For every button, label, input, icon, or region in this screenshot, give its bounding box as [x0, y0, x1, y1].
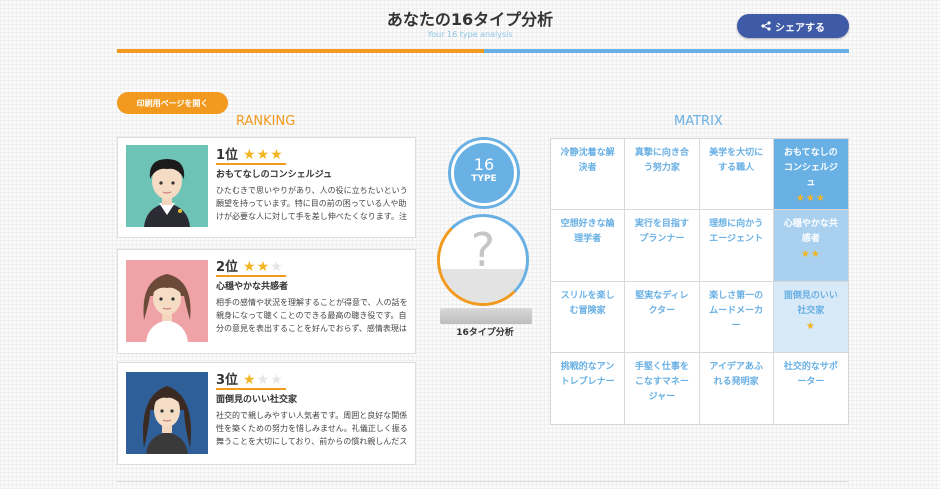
matrix-stars: ★★★: [795, 193, 826, 204]
progress-bar-orange: [117, 49, 484, 53]
matrix-cell[interactable]: 社交的なサポーター: [774, 353, 848, 424]
matrix-cell-label: 心穏やかな共感者: [783, 219, 838, 245]
matrix-cell-highlight-1[interactable]: おもてなしのコンシェルジュ ★★★: [773, 139, 848, 211]
matrix-cell-label: おもてなしのコンシェルジュ: [783, 148, 838, 188]
matrix-cell[interactable]: 理想に向かうエージェント: [699, 210, 774, 282]
share-button[interactable]: シェアする: [737, 14, 849, 38]
matrix-cell-label: 面倒見のいい社交家: [783, 290, 838, 316]
ranking-card-3[interactable]: 3位 ★★★ 面倒見のいい社交家 社交的で親しみやすい人気者です。周囲と良好な関係…: [117, 362, 416, 465]
rank-label: 1位: [216, 148, 239, 163]
rank-label: 3位: [216, 373, 239, 388]
print-page-button[interactable]: 印刷用ページを開く: [117, 92, 228, 114]
matrix-cell-label: 真摯に向き合う努力家: [634, 148, 689, 173]
avatar-icon: [126, 145, 208, 227]
question-mark: ?: [470, 223, 496, 277]
matrix-cell-label: 美学を大切にする職人: [709, 148, 764, 173]
rank-underline: [216, 388, 286, 390]
card-description: 社交的で親しみやすい人気者です。周囲と良好な関係性を築くための努力を惜しみません…: [216, 411, 408, 446]
rank-underline: [216, 163, 286, 165]
matrix-cell-label: 堅実なディレクター: [635, 290, 689, 316]
matrix-cell[interactable]: 実行を目指すプランナー: [625, 210, 700, 282]
matrix-cell[interactable]: 堅実なディレクター: [625, 281, 700, 353]
matrix-heading: MATRIX: [674, 114, 723, 129]
ranking-card-2[interactable]: 2位 ★★★ 心穏やかな共感者 相手の感情や状況を理解することが得意で、人の話を親…: [117, 249, 416, 354]
matrix-cell[interactable]: 手堅く仕事をこなすマネージャー: [625, 352, 700, 424]
card-description: ひたむきで思いやりがあり、人の役に立ちたいという願望を持っています。特に目の前の…: [216, 186, 408, 221]
matrix-cell[interactable]: アイデアあふれる発明家: [700, 352, 774, 424]
matrix-cell[interactable]: 美学を大切にする職人: [699, 139, 774, 211]
type-badge: 16 TYPE: [451, 140, 517, 206]
matrix-cell-label: 手堅く仕事をこなすマネージャー: [634, 361, 689, 402]
rating-stars: ★★★: [243, 147, 284, 163]
matrix-stars: ★: [805, 320, 816, 332]
type-label: TYPE: [471, 174, 497, 184]
matrix-cell-highlight-3[interactable]: 面倒見のいい社交家 ★: [773, 281, 848, 353]
share-label: シェアする: [775, 22, 825, 34]
share-icon: [761, 21, 771, 31]
matrix-cell[interactable]: 空想好きな論理学者: [551, 210, 626, 282]
matrix-cell-label: 挑戦的なアントレプレナー: [560, 361, 615, 387]
rating-stars: ★★★: [243, 259, 284, 275]
avatar-icon: [126, 372, 208, 454]
matrix-cell[interactable]: スリルを楽しむ冒険家: [551, 281, 626, 353]
rank-label: 2位: [216, 260, 239, 275]
matrix-cell-label: 理想に向かうエージェント: [709, 219, 764, 245]
matrix-cell-label: スリルを楽しむ冒険家: [560, 290, 615, 316]
matrix-cell[interactable]: 挑戦的なアントレプレナー: [551, 352, 626, 424]
card-title: 面倒見のいい社交家: [216, 395, 298, 405]
pedestal-label: 16タイプ分析: [456, 328, 514, 338]
matrix-cell-label: 空想好きな論理学者: [560, 219, 615, 245]
ranking-card-1[interactable]: 1位 ★★★ おもてなしのコンシェルジュ ひたむきで思いやりがあり、人の役に立ちた…: [117, 137, 416, 238]
ranking-heading: RANKING: [236, 114, 296, 129]
avatar-icon: [126, 260, 208, 342]
card-title: おもてなしのコンシェルジュ: [216, 170, 333, 180]
matrix-cell-label: アイデアあふれる発明家: [709, 361, 763, 387]
type-matrix: 冷静沈着な解決者 真摯に向き合う努力家 美学を大切にする職人 おもてなしのコンシ…: [550, 138, 849, 425]
type-number: 16: [473, 155, 495, 174]
rating-stars: ★★★: [243, 372, 284, 388]
card-title: 心穏やかな共感者: [216, 282, 289, 292]
question-icon: ?: [437, 214, 529, 306]
progress-bar-blue: [484, 49, 849, 53]
divider: [117, 481, 849, 482]
card-description: 相手の感情や状況を理解することが得意で、人の話を親身になって聴くことのできる最高…: [216, 298, 408, 333]
pedestal: [440, 308, 532, 324]
matrix-cell-label: 社交的なサポーター: [783, 361, 838, 387]
matrix-cell-label: 実行を目指すプランナー: [634, 219, 689, 245]
matrix-cell[interactable]: 冷静沈着な解決者: [551, 139, 626, 211]
rank-underline: [216, 275, 286, 277]
matrix-cell[interactable]: 真摯に向き合う努力家: [625, 139, 700, 211]
matrix-cell-label: 冷静沈着な解決者: [560, 148, 615, 173]
matrix-cell-label: 楽しさ第一のムードメーカー: [709, 290, 764, 331]
matrix-cell[interactable]: 楽しさ第一のムードメーカー: [699, 281, 774, 353]
matrix-cell-highlight-2[interactable]: 心穏やかな共感者 ★★: [773, 210, 848, 282]
matrix-stars: ★★: [800, 249, 821, 261]
